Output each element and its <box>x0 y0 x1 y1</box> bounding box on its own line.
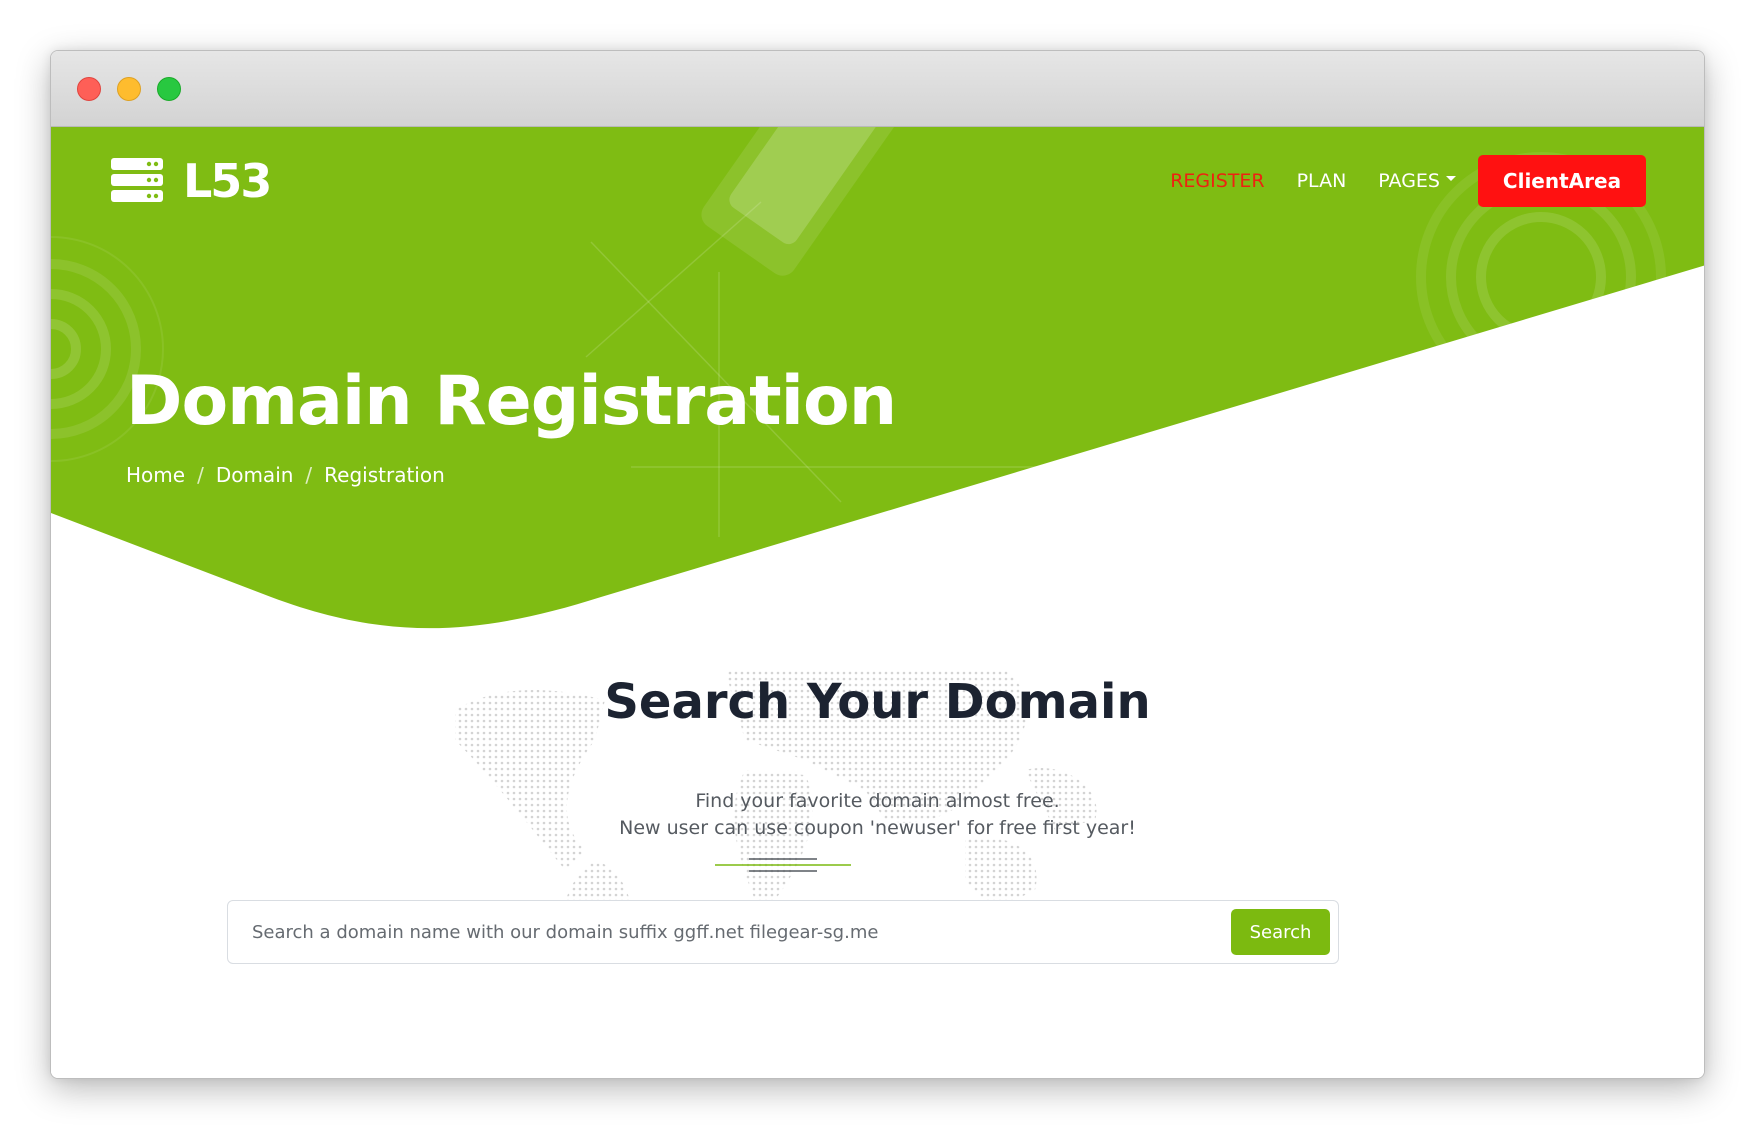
close-window-button[interactable] <box>77 77 101 101</box>
minimize-window-button[interactable] <box>117 77 141 101</box>
search-subtitle-line1: Find your favorite domain almost free. <box>695 790 1060 812</box>
search-button[interactable]: Search <box>1231 909 1330 955</box>
browser-titlebar <box>51 51 1704 127</box>
domain-search-box: Search <box>227 900 1339 964</box>
domain-search-input[interactable] <box>252 901 1212 963</box>
search-subtitle-line2: New user can use coupon 'newuser' for fr… <box>619 817 1136 839</box>
maximize-window-button[interactable] <box>157 77 181 101</box>
search-section: Search Your Domain Find your favorite do… <box>51 127 1704 1078</box>
search-section-title: Search Your Domain <box>604 674 1151 730</box>
section-divider <box>715 858 851 872</box>
